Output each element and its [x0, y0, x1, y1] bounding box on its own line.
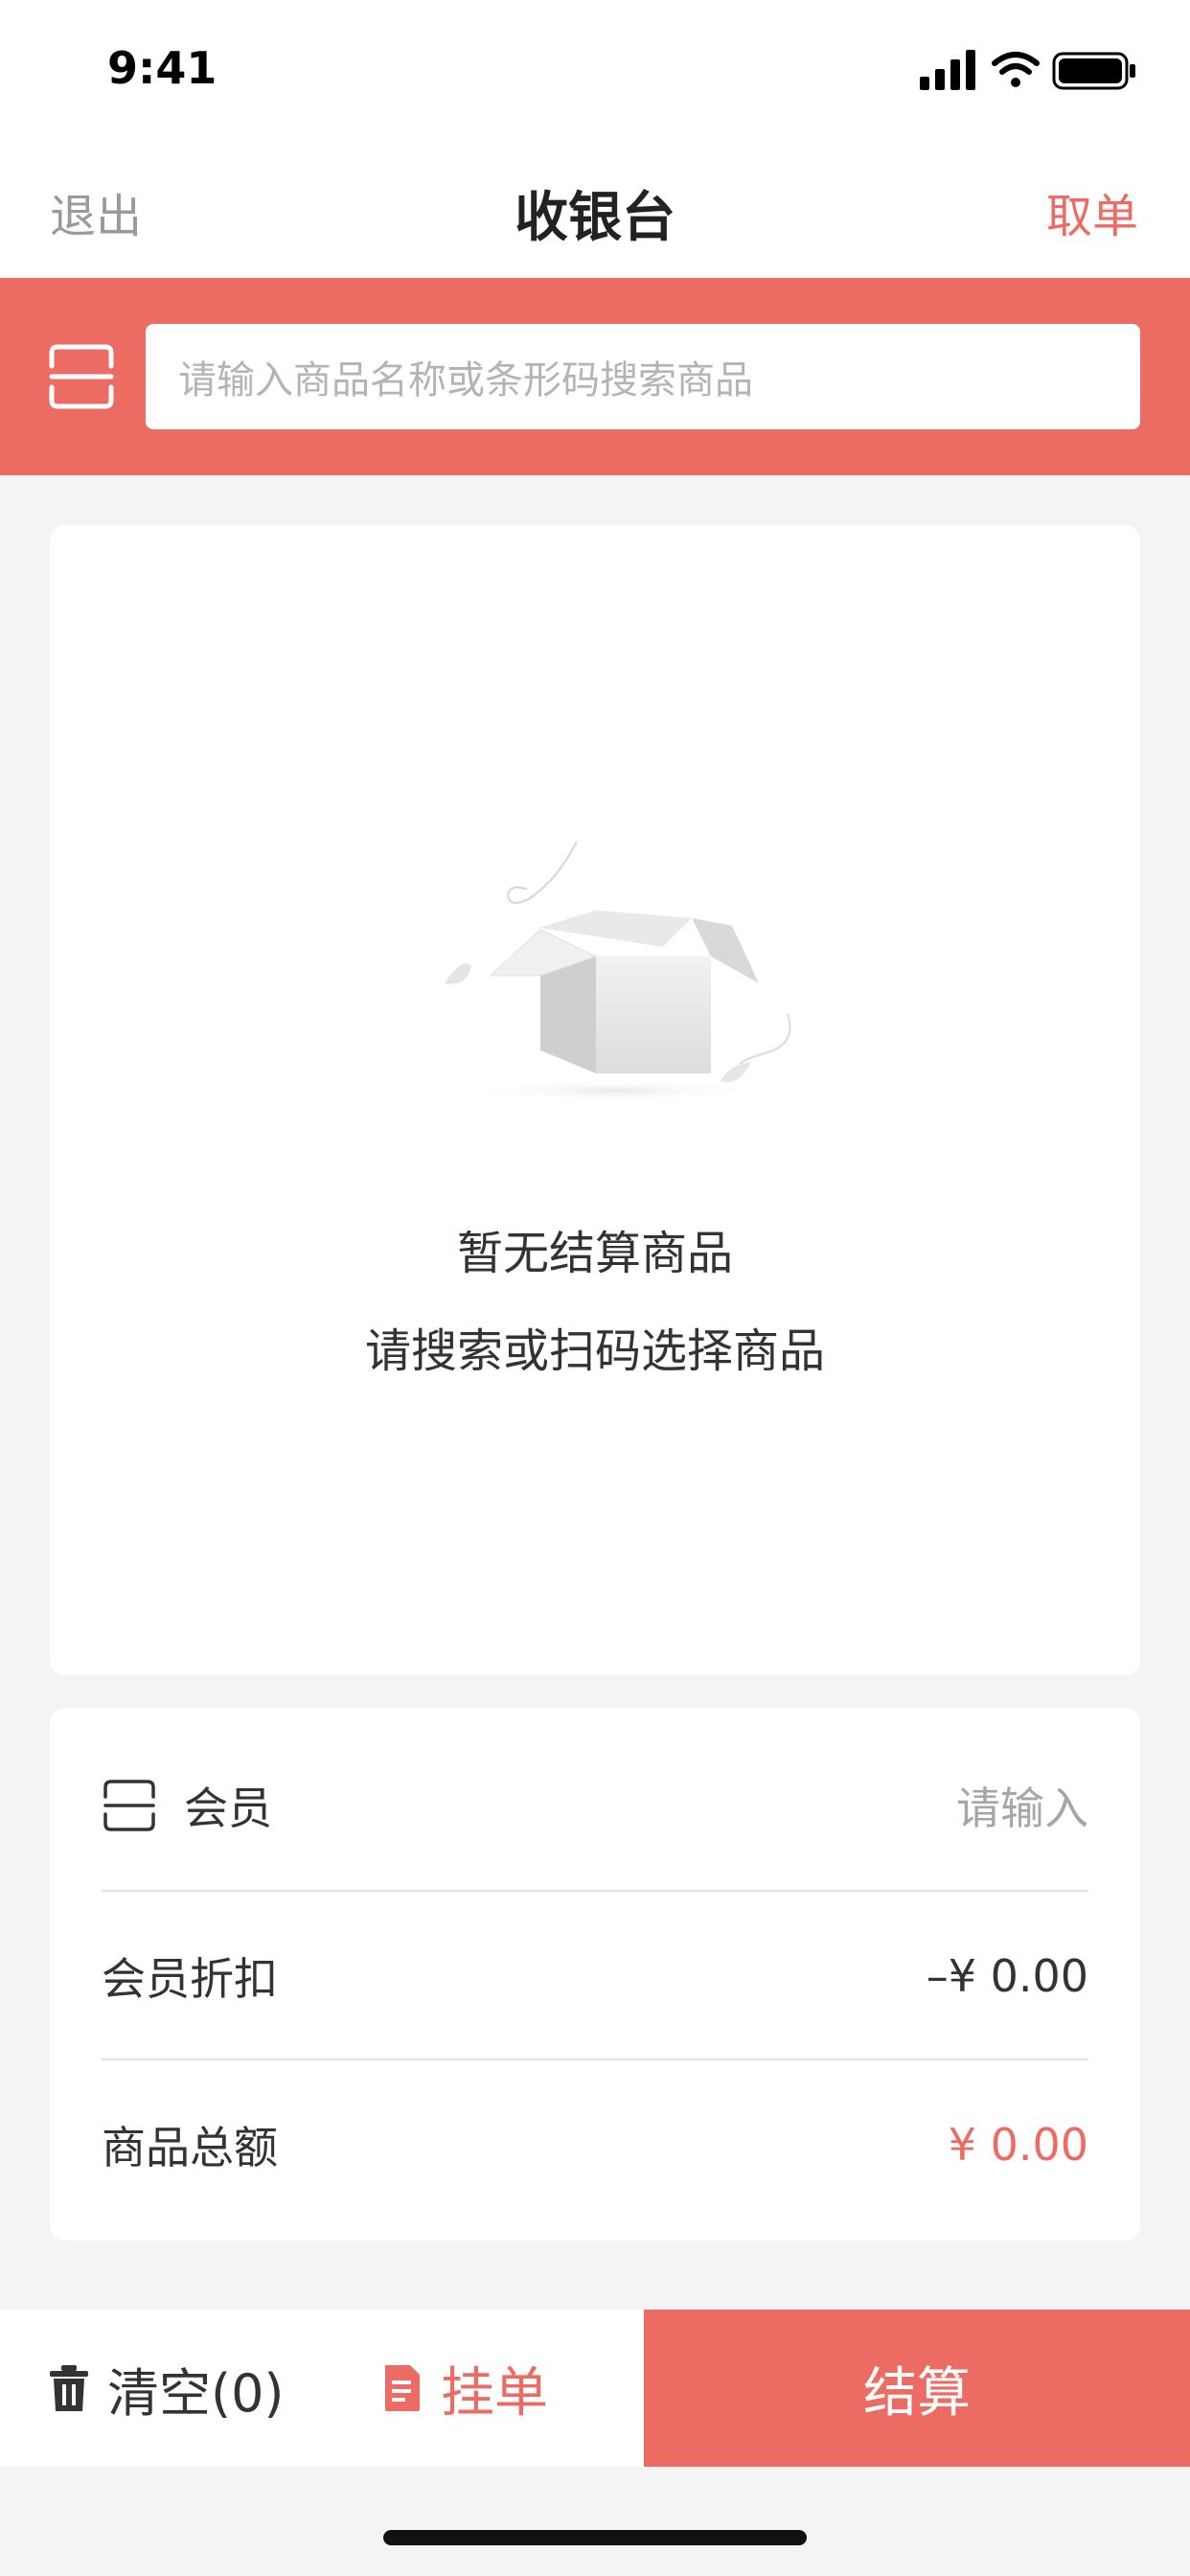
cart-empty-card: 暂无结算商品 请搜索或扫码选择商品 — [50, 525, 1140, 1675]
hold-order-button[interactable]: 挂单 — [381, 2310, 548, 2467]
signal-icon — [920, 50, 975, 90]
member-input[interactable]: 请输入 — [956, 1774, 1088, 1837]
status-time: 9:41 — [107, 42, 217, 94]
empty-title: 暂无结算商品 — [456, 1227, 733, 1280]
summary-card: 会员 请输入 会员折扣 –¥ 0.00 商品总额 ¥ 0.00 — [50, 1708, 1140, 2241]
status-bar: 9:41 — [0, 0, 1190, 144]
retrieve-order-button[interactable]: 取单 — [1046, 178, 1138, 245]
discount-label: 会员折扣 — [102, 1953, 278, 2005]
wifi-icon — [992, 52, 1040, 87]
scan-icon[interactable] — [48, 343, 115, 410]
member-card-icon — [103, 1780, 155, 1831]
empty-subtitle: 请搜索或扫码选择商品 — [364, 1324, 825, 1378]
clear-label: 清空(0) — [107, 2362, 285, 2424]
home-indicator[interactable] — [383, 2530, 807, 2545]
nav-bar: 退出 收银台 取单 — [0, 144, 1190, 278]
search-bar: 请输入商品名称或条形码搜索商品 — [0, 278, 1190, 475]
bottom-action-bar: 清空(0) 挂单 结算 — [0, 2310, 1190, 2467]
battery-icon — [1052, 52, 1135, 90]
clear-button[interactable]: 清空(0) — [48, 2310, 285, 2467]
discount-row: 会员折扣 –¥ 0.00 — [102, 1890, 1088, 2060]
trash-icon — [50, 2365, 88, 2411]
discount-value: –¥ 0.00 — [926, 1950, 1088, 2002]
total-value: ¥ 0.00 — [948, 2119, 1088, 2171]
checkout-button[interactable]: 结算 — [644, 2310, 1190, 2467]
total-label: 商品总额 — [102, 2122, 278, 2174]
document-icon — [385, 2365, 420, 2411]
search-placeholder: 请输入商品名称或条形码搜索商品 — [178, 358, 753, 402]
member-row[interactable]: 会员 请输入 — [102, 1721, 1088, 1890]
member-label: 会员 — [184, 1782, 272, 1834]
page-title: 收银台 — [515, 187, 675, 249]
status-icons — [920, 50, 1135, 90]
hold-label: 挂单 — [441, 2361, 548, 2425]
search-input[interactable]: 请输入商品名称或条形码搜索商品 — [146, 324, 1140, 429]
empty-box-icon — [445, 840, 791, 1100]
total-row: 商品总额 ¥ 0.00 — [102, 2058, 1088, 2229]
